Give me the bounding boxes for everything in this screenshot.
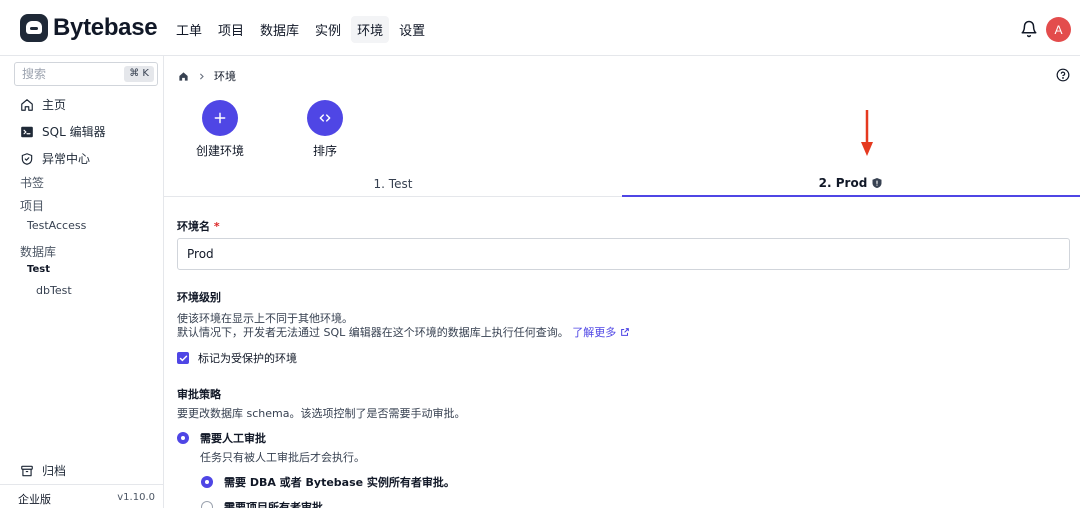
- tab-label: 1. Test: [373, 176, 413, 191]
- search-box[interactable]: ⌘ K: [14, 62, 158, 86]
- bytebase-logo-icon: [20, 14, 48, 42]
- create-environment-action[interactable]: 创建环境: [196, 100, 244, 159]
- check-icon: [179, 355, 187, 361]
- sidebar-item-home[interactable]: 主页: [20, 96, 66, 113]
- bell-icon[interactable]: [1020, 20, 1038, 38]
- learn-more-link[interactable]: 了解更多: [572, 326, 630, 339]
- tier-description-2-text: 默认情况下，开发者无法通过 SQL 编辑器在这个环境的数据库上执行任何查询。: [177, 326, 569, 339]
- protected-shield-icon: [872, 177, 882, 188]
- project-owner-approval-radio[interactable]: [201, 501, 213, 508]
- tier-description-2: 默认情况下，开发者无法通过 SQL 编辑器在这个环境的数据库上执行任何查询。 了…: [177, 324, 630, 340]
- sidebar-database-item[interactable]: dbTest: [36, 284, 72, 297]
- required-marker: *: [213, 220, 220, 233]
- dba-approval-radio[interactable]: [201, 476, 213, 488]
- sidebar: ⌘ K 主页 SQL 编辑器 异常中心 书签 项目 TestAccess 数据库…: [0, 56, 164, 508]
- protected-checkbox-label: 标记为受保护的环境: [198, 352, 297, 365]
- search-input[interactable]: [15, 63, 115, 85]
- top-nav: 工单 项目 数据库 实例 环境 设置: [170, 16, 431, 43]
- home-icon[interactable]: [178, 71, 189, 82]
- environment-tabs: 1. Test 2. Prod: [164, 170, 1080, 197]
- dba-approval-option[interactable]: 需要 DBA 或者 Bytebase 实例所有者审批。: [201, 474, 455, 490]
- red-arrow-annotation: [861, 110, 873, 156]
- protected-checkbox[interactable]: [177, 352, 189, 364]
- breadcrumb-current: 环境: [214, 70, 236, 83]
- project-owner-approval-label: 需要项目所有者审批。: [224, 501, 334, 508]
- sidebar-item-label: 主页: [42, 98, 67, 112]
- sidebar-item-label: 异常中心: [42, 152, 91, 166]
- env-name-label-text: 环境名: [177, 220, 210, 233]
- nav-environments[interactable]: 环境: [351, 16, 390, 43]
- dba-approval-label: 需要 DBA 或者 Bytebase 实例所有者审批。: [224, 476, 455, 489]
- sidebar-item-anomaly-center[interactable]: 异常中心: [20, 150, 90, 167]
- sidebar-footer: 企业版 v1.10.0: [0, 484, 163, 508]
- sidebar-item-sql-editor[interactable]: SQL 编辑器: [20, 123, 106, 140]
- breadcrumb: 环境: [178, 68, 236, 84]
- nav-settings[interactable]: 设置: [393, 16, 431, 43]
- terminal-icon: [21, 126, 33, 137]
- protected-checkbox-row[interactable]: 标记为受保护的环境: [177, 350, 297, 366]
- reorder-action[interactable]: 排序: [307, 100, 343, 159]
- tab-test[interactable]: 1. Test: [164, 170, 622, 197]
- sidebar-item-label: SQL 编辑器: [42, 125, 106, 139]
- create-environment-label: 创建环境: [196, 144, 245, 158]
- reorder-label: 排序: [312, 144, 337, 158]
- env-name-input[interactable]: [177, 238, 1070, 270]
- shield-icon: [21, 152, 33, 165]
- search-shortcut: ⌘ K: [124, 66, 154, 82]
- main-content: 环境 创建环境 排序 1. Test 2. Prod 环境名 * 环境级别 使该…: [164, 56, 1080, 508]
- create-environment-button[interactable]: [202, 100, 238, 136]
- tab-prod[interactable]: 2. Prod: [622, 170, 1080, 197]
- sidebar-item-label: 归档: [42, 464, 67, 478]
- sidebar-project-item[interactable]: TestAccess: [27, 219, 86, 232]
- manual-approval-label: 需要人工审批: [200, 432, 266, 445]
- version-label: v1.10.0: [117, 492, 155, 503]
- avatar[interactable]: A: [1046, 17, 1071, 42]
- nav-issues[interactable]: 工单: [170, 16, 208, 43]
- chevron-right-icon: [199, 72, 204, 80]
- nav-instances[interactable]: 实例: [309, 16, 347, 43]
- manual-approval-radio[interactable]: [177, 432, 189, 444]
- sidebar-group-bookmarks: 书签: [20, 176, 45, 190]
- tab-label: 2. Prod: [818, 175, 868, 190]
- nav-projects[interactable]: 项目: [212, 16, 250, 43]
- logo[interactable]: Bytebase: [20, 14, 158, 42]
- project-owner-approval-option[interactable]: 需要项目所有者审批。: [201, 499, 334, 508]
- nav-databases[interactable]: 数据库: [254, 16, 305, 43]
- code-brackets-icon: [319, 114, 331, 122]
- sidebar-database-env[interactable]: Test: [27, 264, 50, 275]
- logo-text: Bytebase: [53, 14, 158, 41]
- help-icon[interactable]: [1056, 68, 1070, 82]
- reorder-button[interactable]: [307, 100, 343, 136]
- home-icon: [21, 98, 33, 111]
- archive-icon: [21, 465, 33, 476]
- learn-more-text: 了解更多: [572, 326, 617, 339]
- edition-label[interactable]: 企业版: [18, 491, 51, 507]
- sidebar-group-databases: 数据库: [20, 245, 57, 259]
- env-name-label: 环境名 *: [177, 218, 220, 234]
- plus-icon: [214, 112, 226, 124]
- sidebar-group-projects: 项目: [20, 199, 45, 213]
- manual-approval-option[interactable]: 需要人工审批: [177, 430, 266, 446]
- tier-label: 环境级别: [177, 291, 221, 304]
- manual-approval-description: 任务只有被人工审批后才会执行。: [200, 451, 365, 464]
- top-bar: Bytebase 工单 项目 数据库 实例 环境 设置 A: [0, 0, 1080, 56]
- approval-policy-description: 要更改数据库 schema。该选项控制了是否需要手动审批。: [177, 407, 466, 420]
- approval-policy-label: 审批策略: [177, 388, 221, 401]
- sidebar-item-archive[interactable]: 归档: [20, 462, 66, 479]
- external-link-icon: [620, 328, 629, 336]
